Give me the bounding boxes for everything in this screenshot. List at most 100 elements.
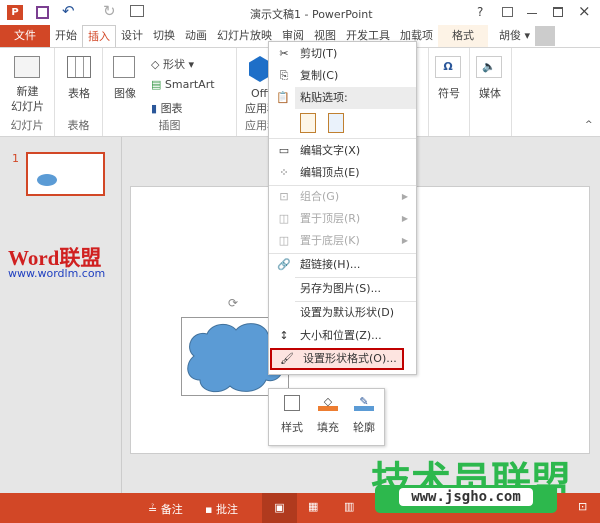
menu-item-save-as-picture[interactable]: 另存为图片(S)... bbox=[269, 278, 416, 300]
watermark-url: www.wordlm.com bbox=[8, 267, 106, 280]
outline-button[interactable]: ✎ 轮廓 bbox=[349, 395, 379, 435]
group-tables: 表格 表格 bbox=[55, 48, 103, 136]
menu-item-cut[interactable]: ✂ 剪切(T) bbox=[269, 43, 416, 65]
close-button[interactable]: × bbox=[578, 2, 591, 20]
menu-item-group[interactable]: ⊡ 组合(G) ▶ bbox=[269, 186, 416, 208]
smartart-label: SmartArt bbox=[164, 78, 215, 91]
table-button[interactable]: 表格 bbox=[55, 86, 103, 101]
paste-picture-button[interactable] bbox=[328, 113, 344, 133]
style-button[interactable]: 样式 bbox=[277, 395, 307, 435]
format-shape-icon: 🖌 bbox=[280, 352, 294, 365]
notes-button[interactable]: ≟ 备注 bbox=[148, 501, 183, 517]
menu-label: 置于顶层(R) bbox=[300, 212, 361, 225]
comments-label: 批注 bbox=[215, 503, 238, 516]
title-bar: P ↶ ↻ 演示文稿1 - PowerPoint ? × bbox=[0, 0, 600, 25]
slide-thumbnails-panel: 1 Word联盟 www.wordlm.com bbox=[0, 137, 122, 493]
outline-label: 轮廓 bbox=[353, 421, 375, 434]
media-button[interactable]: 媒体 bbox=[470, 86, 510, 101]
context-menu: ✂ 剪切(T) ⎘ 复制(C) 粘贴选项: 📋 ▭ 编辑文字(X) ⁘ 编辑顶点(E) … bbox=[268, 41, 417, 375]
avatar[interactable] bbox=[535, 26, 556, 46]
notes-label: 备注 bbox=[160, 503, 183, 516]
menu-item-size-position[interactable]: ↕ 大小和位置(Z)... bbox=[269, 325, 416, 347]
menu-item-set-default-shape[interactable]: 设置为默认形状(D) bbox=[269, 302, 416, 324]
menu-label: 大小和位置(Z)... bbox=[300, 329, 382, 342]
help-button[interactable]: ? bbox=[477, 5, 483, 19]
menu-label: 设置为默认形状(D) bbox=[300, 306, 395, 319]
slide-number: 1 bbox=[12, 152, 19, 165]
chart-button[interactable]: ▮ 图表 bbox=[151, 100, 183, 116]
slideshow-icon[interactable] bbox=[130, 5, 144, 17]
group-label: 幻灯片 bbox=[10, 119, 44, 132]
menu-label: 组合(G) bbox=[300, 190, 340, 203]
outline-icon: ✎ bbox=[354, 395, 374, 411]
minimize-button[interactable] bbox=[527, 13, 537, 14]
redo-icon[interactable]: ↻ bbox=[103, 2, 116, 20]
rotate-handle[interactable]: ⟳ bbox=[228, 296, 238, 310]
slide-thumbnail[interactable] bbox=[26, 152, 105, 196]
thumbnail-cloud bbox=[37, 174, 57, 186]
speaker-icon: 🔈 bbox=[476, 56, 502, 78]
fill-icon: ◇ bbox=[318, 395, 338, 411]
menu-item-send-to-back[interactable]: ◫ 置于底层(K) ▶ bbox=[269, 230, 416, 252]
tab-animations[interactable]: 动画 bbox=[180, 25, 212, 47]
save-icon[interactable] bbox=[36, 6, 49, 19]
paste-keep-text-button[interactable] bbox=[300, 113, 316, 133]
comments-button[interactable]: ▪ 批注 bbox=[205, 501, 238, 517]
tab-file[interactable]: 文件 bbox=[0, 25, 50, 47]
user-label: 胡俊 bbox=[499, 29, 521, 42]
tab-home[interactable]: 开始 bbox=[50, 25, 82, 47]
brand-url-text: www.jsgho.com bbox=[399, 488, 533, 506]
collapse-ribbon-icon[interactable]: ^ bbox=[585, 120, 593, 130]
image-icon bbox=[113, 56, 135, 78]
menu-item-hyperlink[interactable]: 🔗 超链接(H)... bbox=[269, 254, 416, 276]
style-icon bbox=[284, 395, 300, 411]
link-icon: 🔗 bbox=[277, 258, 291, 271]
menu-item-format-shape[interactable]: 🖌 设置形状格式(O)... bbox=[270, 348, 404, 370]
menu-item-bring-to-front[interactable]: ◫ 置于顶层(R) ▶ bbox=[269, 208, 416, 230]
tab-insert[interactable]: 插入 bbox=[82, 25, 116, 47]
menu-label: 剪切(T) bbox=[300, 47, 338, 60]
menu-item-edit-text[interactable]: ▭ 编辑文字(X) bbox=[269, 140, 416, 162]
shapes-button[interactable]: ◇ 形状 ▾ bbox=[151, 56, 194, 72]
slide-sorter-button[interactable]: ▦ bbox=[308, 500, 318, 513]
user-name[interactable]: 胡俊 ▾ bbox=[494, 25, 535, 47]
group-label: 插图 bbox=[158, 119, 181, 132]
powerpoint-icon: P bbox=[7, 5, 23, 20]
style-label: 样式 bbox=[281, 421, 303, 434]
fit-slide-button[interactable]: ⊡ bbox=[578, 500, 587, 513]
undo-icon[interactable]: ↶ bbox=[62, 2, 75, 20]
mini-toolbar: 样式 ◇ 填充 ✎ 轮廓 bbox=[268, 388, 385, 446]
reading-view-button[interactable]: ▥ bbox=[344, 500, 354, 513]
watermark-brand-url: www.jsgho.com bbox=[375, 485, 557, 513]
tab-transitions[interactable]: 切换 bbox=[148, 25, 180, 47]
edit-points-icon: ⁘ bbox=[279, 166, 289, 179]
size-position-icon: ↕ bbox=[279, 329, 289, 342]
menu-item-edit-points[interactable]: ⁘ 编辑顶点(E) bbox=[269, 162, 416, 184]
menu-label: 编辑文字(X) bbox=[300, 144, 361, 157]
tab-design[interactable]: 设计 bbox=[116, 25, 148, 47]
menu-label: 设置形状格式(O)... bbox=[303, 352, 397, 365]
ribbon-display-button[interactable] bbox=[502, 7, 513, 17]
fill-button[interactable]: ◇ 填充 bbox=[313, 395, 343, 435]
menu-label: 编辑顶点(E) bbox=[300, 166, 360, 179]
group-slides: 新建 幻灯片 幻灯片 bbox=[0, 48, 55, 136]
tab-format[interactable]: 格式 bbox=[438, 25, 488, 47]
group-symbols: Ω 符号 bbox=[428, 48, 470, 136]
new-slide-button[interactable]: 新建 幻灯片 bbox=[0, 84, 55, 114]
maximize-button[interactable] bbox=[553, 7, 563, 17]
send-back-icon: ◫ bbox=[278, 234, 290, 247]
group-illustrations: 图像 ◇ 形状 ▾ ▤ SmartArt ▮ 图表 插图 bbox=[103, 48, 237, 136]
copy-icon: ⎘ bbox=[279, 69, 289, 82]
menu-label: 粘贴选项: bbox=[300, 91, 348, 104]
menu-label: 另存为图片(S)... bbox=[300, 282, 382, 295]
status-bar: ≟ 备注 ▪ 批注 ▣ ▦ ▥ ⊡ www.jsgho.com bbox=[0, 485, 600, 523]
image-button[interactable]: 图像 bbox=[107, 86, 143, 101]
smartart-button[interactable]: ▤ SmartArt bbox=[151, 78, 215, 91]
chart-label: 图表 bbox=[160, 102, 183, 115]
chart-icon: ▮ bbox=[151, 102, 158, 115]
shapes-label: 形状 bbox=[162, 58, 185, 71]
symbol-button[interactable]: 符号 bbox=[429, 86, 469, 101]
normal-view-button[interactable]: ▣ bbox=[262, 493, 297, 523]
menu-label: 复制(C) bbox=[300, 69, 339, 82]
menu-item-copy[interactable]: ⎘ 复制(C) bbox=[269, 65, 416, 87]
